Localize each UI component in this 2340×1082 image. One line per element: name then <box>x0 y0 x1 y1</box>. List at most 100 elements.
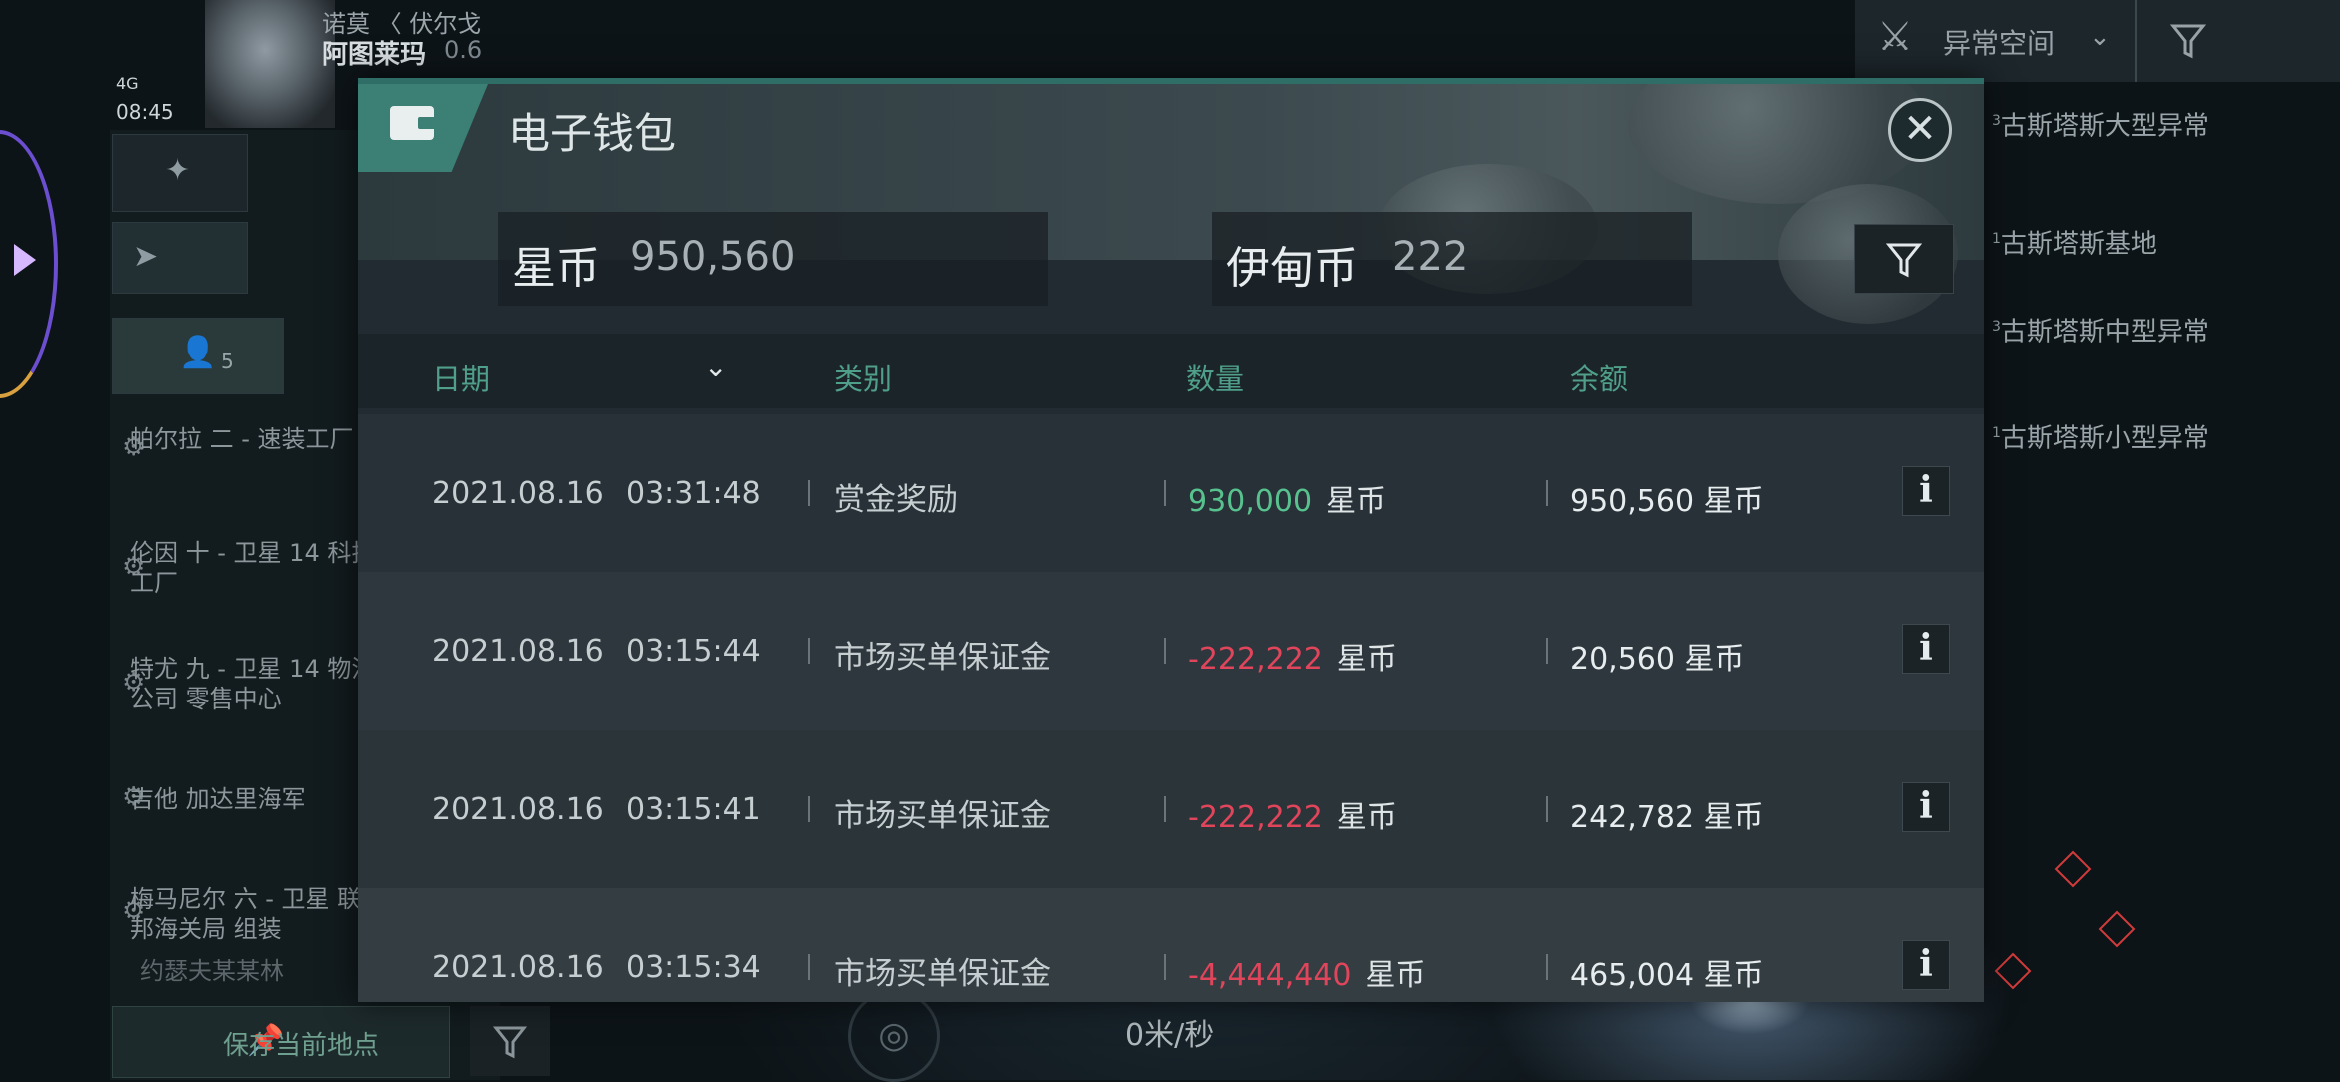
column-divider <box>1164 480 1166 506</box>
row-date: 2021.08.16 <box>432 950 604 985</box>
balance-label: 星币 <box>512 243 600 294</box>
crew-count: 5 <box>221 349 234 373</box>
col-category: 类别 <box>834 362 893 396</box>
column-divider <box>1546 796 1548 822</box>
row-amount: -222,222 星币 <box>1188 792 1397 836</box>
anomaly-item[interactable]: 3古斯塔斯中型异常 <box>1992 312 2322 348</box>
row-balance: 465,004 星币 <box>1570 958 1764 993</box>
table-row[interactable]: 2021.08.16 03:31:48 赏金奖励 930,000 星币 950,560 星… <box>358 414 1984 572</box>
filter-icon <box>1885 243 1923 278</box>
security-status: 0.6 <box>444 36 483 64</box>
camera-icon[interactable]: ◎ <box>848 990 940 1082</box>
clock: 08:45 <box>116 100 174 124</box>
column-divider <box>808 638 810 664</box>
sort-chevron-icon[interactable]: ⌄ <box>704 350 727 383</box>
anomaly-item[interactable]: 3古斯塔斯大型异常 <box>1992 106 2322 142</box>
column-divider <box>1164 638 1166 664</box>
system-name[interactable]: 阿图莱玛 <box>322 34 426 71</box>
info-icon[interactable]: i <box>1902 466 1950 516</box>
table-row[interactable]: 2021.08.16 03:15:44 市场买单保证金 -222,222 星币 20,56… <box>358 572 1984 730</box>
row-date: 2021.08.16 <box>432 792 604 827</box>
signal-indicator: 4G <box>116 74 139 93</box>
row-category: 市场买单保证金 <box>834 956 1051 992</box>
location-item[interactable]: 约瑟夫某某林 <box>140 956 390 986</box>
row-amount: 930,000 星币 <box>1188 476 1386 520</box>
balance-value: 222 <box>1392 234 1469 280</box>
amount-value: -222,222 <box>1188 642 1323 677</box>
navigate-button[interactable]: ➤ <box>112 222 248 294</box>
amount-unit: 星币 <box>1326 484 1387 519</box>
row-amount: -222,222 星币 <box>1188 634 1397 678</box>
row-amount: -4,444,440 星币 <box>1188 950 1426 994</box>
col-balance: 余额 <box>1570 362 1629 396</box>
row-date: 2021.08.16 <box>432 634 604 669</box>
info-icon[interactable]: i <box>1902 624 1950 674</box>
anomaly-header: ⚔ 异常空间 ⌄ <box>1855 0 2340 82</box>
crossed-swords-icon: ⚔ <box>1877 14 1913 60</box>
table-row[interactable]: 2021.08.16 03:15:41 市场买单保证金 -222,222 星币 242,7… <box>358 730 1984 888</box>
wallet-dialog: 电子钱包 ✕ 星币 950,560 伊甸币 222 日期 ⌄ 类别 数量 余额 … <box>358 78 1984 1002</box>
anomaly-item[interactable]: 1古斯塔斯小型异常 <box>1992 418 2322 454</box>
wallet-icon <box>390 106 436 140</box>
speed-readout: 0米/秒 <box>1125 1018 1215 1053</box>
location-item[interactable]: 伦因 十 - 卫星 14 科技 工厂 <box>130 538 380 598</box>
balance-value: 950,560 <box>630 234 796 280</box>
filter-icon <box>2169 24 2207 59</box>
amount-unit: 星币 <box>1336 800 1397 835</box>
anomaly-filter-button[interactable] <box>2135 0 2237 82</box>
amount-value: -4,444,440 <box>1188 958 1352 993</box>
anomaly-item[interactable]: 1古斯塔斯基地 <box>1992 224 2322 260</box>
location-filter-button[interactable] <box>470 1006 550 1076</box>
col-date[interactable]: 日期 <box>432 356 490 398</box>
balance-label: 伊甸币 <box>1226 243 1358 294</box>
row-time: 03:15:41 <box>626 792 761 827</box>
location-item[interactable]: 特尤 九 - 卫星 14 物流公司 零售中心 <box>130 654 380 714</box>
row-time: 03:15:44 <box>626 634 761 669</box>
autopilot-button[interactable]: ✦ <box>112 134 248 212</box>
row-balance: 950,560 星币 <box>1570 484 1764 519</box>
column-divider <box>1164 954 1166 980</box>
expand-arrow-icon[interactable] <box>14 244 36 276</box>
table-row[interactable]: 2021.08.16 03:15:34 市场买单保证金 -4,444,440 星币 465… <box>358 888 1984 1002</box>
row-category: 赏金奖励 <box>834 482 958 518</box>
save-location-button[interactable]: 📌 保存当前地点 <box>112 1006 450 1078</box>
info-icon[interactable]: i <box>1902 940 1950 990</box>
row-time: 03:15:34 <box>626 950 761 985</box>
amount-value: 930,000 <box>1188 484 1313 519</box>
row-balance: 20,560 星币 <box>1570 642 1745 677</box>
star-coin-balance: 星币 950,560 <box>498 212 1048 306</box>
column-divider <box>808 954 810 980</box>
column-divider <box>1546 954 1548 980</box>
column-divider <box>1546 638 1548 664</box>
info-icon[interactable]: i <box>1902 782 1950 832</box>
wallet-filter-button[interactable] <box>1854 224 1954 294</box>
location-item[interactable]: 帕尔拉 二 - 速装工厂 <box>130 424 380 454</box>
eden-coin-balance: 伊甸币 222 <box>1212 212 1692 306</box>
chevron-down-icon[interactable]: ⌄ <box>2089 22 2111 52</box>
wallet-title: 电子钱包 <box>508 109 677 158</box>
column-divider <box>1164 796 1166 822</box>
person-icon: 👤 <box>179 335 217 370</box>
row-date: 2021.08.16 <box>432 476 604 511</box>
anomaly-filter-label[interactable]: 异常空间 <box>1943 22 2055 62</box>
close-button[interactable]: ✕ <box>1888 98 1952 162</box>
location-item[interactable]: 梅马尼尔 六 - 卫星 联邦海关局 组装 <box>130 884 380 944</box>
amount-unit: 星币 <box>1336 642 1397 677</box>
location-item[interactable]: 吉他 加达里海军 <box>130 784 380 814</box>
navigate-icon: ➤ <box>133 239 159 274</box>
filter-icon <box>492 1026 528 1059</box>
col-amount: 数量 <box>1186 362 1245 396</box>
amount-value: -222,222 <box>1188 800 1323 835</box>
row-time: 03:31:48 <box>626 476 761 511</box>
save-location-label: 保存当前地点 <box>223 1031 380 1061</box>
crew-tab[interactable]: 👤 5 <box>112 318 284 394</box>
row-category: 市场买单保证金 <box>834 798 1051 834</box>
ship-icon: ✦ <box>165 153 191 188</box>
column-divider <box>808 796 810 822</box>
column-divider <box>808 480 810 506</box>
column-divider <box>1546 480 1548 506</box>
row-category: 市场买单保证金 <box>834 640 1051 676</box>
pilot-portrait[interactable] <box>205 0 335 128</box>
row-balance: 242,782 星币 <box>1570 800 1764 835</box>
table-header <box>358 334 1984 408</box>
